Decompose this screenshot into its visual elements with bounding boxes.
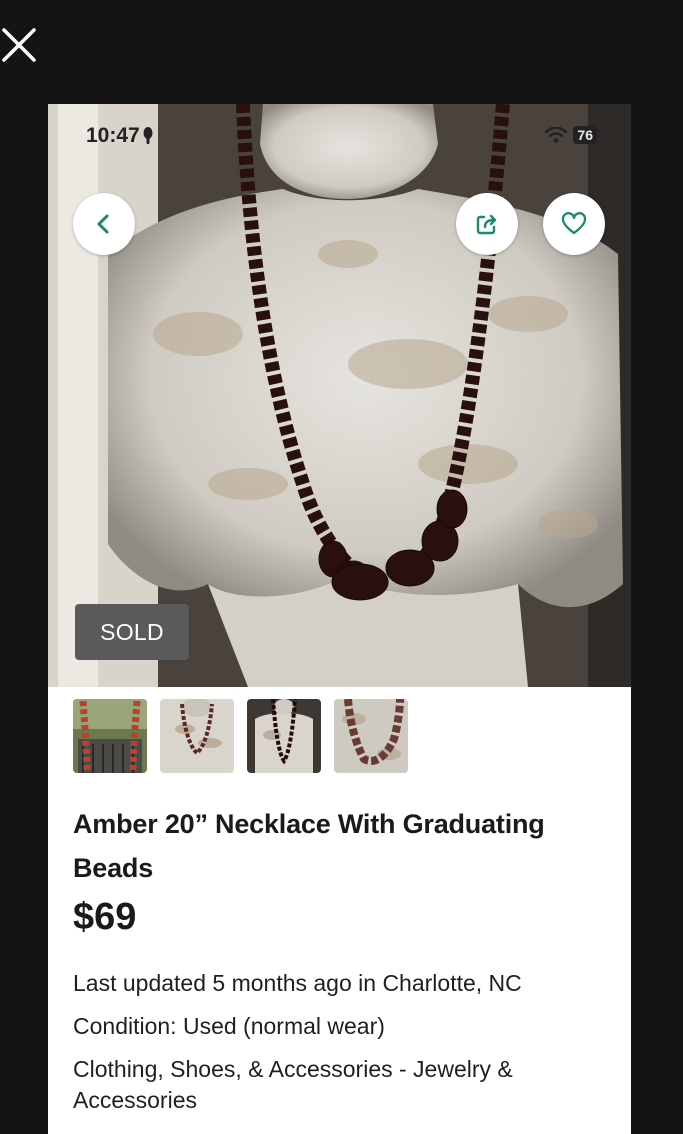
thumbnail-3[interactable]	[247, 699, 321, 773]
listing-condition: Condition: Used (normal wear)	[73, 1013, 385, 1039]
battery-indicator: 76	[573, 126, 597, 144]
listing-updated: Last updated 5 months ago in Charlotte, …	[73, 970, 522, 996]
listing-card: 10:47 76 SOLD Amber 20” Necklace With Gr…	[48, 104, 631, 1134]
status-time: 10:47	[86, 124, 153, 148]
chevron-left-icon	[97, 214, 109, 234]
close-icon	[2, 28, 36, 62]
close-button[interactable]	[0, 24, 40, 64]
thumbnail-4[interactable]	[334, 699, 408, 773]
thumbnail-4-image	[334, 699, 408, 773]
heart-icon	[561, 212, 587, 235]
status-time-text: 10:47	[86, 124, 140, 147]
back-button[interactable]	[73, 193, 135, 255]
thumbnail-2[interactable]	[160, 699, 234, 773]
listing-price: $69	[73, 896, 137, 938]
share-button[interactable]	[456, 193, 518, 255]
listing-category[interactable]: Clothing, Shoes, & Accessories - Jewelry…	[73, 1054, 593, 1116]
share-icon	[476, 214, 497, 235]
location-icon	[143, 127, 153, 144]
thumbnail-3-image	[247, 699, 321, 773]
listing-title: Amber 20” Necklace With Graduating Beads	[73, 809, 545, 883]
sold-badge: SOLD	[75, 604, 189, 660]
favorite-button[interactable]	[543, 193, 605, 255]
thumbnail-1[interactable]	[73, 699, 147, 773]
thumbnail-1-image	[73, 699, 147, 773]
thumbnail-2-image	[160, 699, 234, 773]
thumbnail-strip	[73, 699, 408, 773]
necklace-photo-image	[48, 104, 631, 687]
main-photo[interactable]: 10:47 76 SOLD	[48, 104, 631, 687]
wifi-icon	[545, 127, 568, 143]
status-right: 76	[545, 126, 597, 144]
